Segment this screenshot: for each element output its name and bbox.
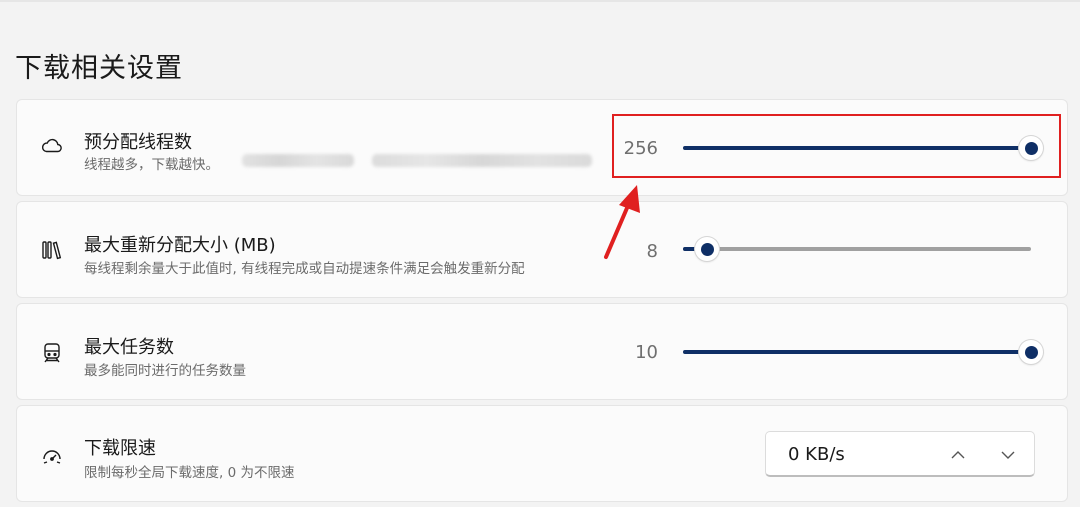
top-divider bbox=[0, 0, 1080, 2]
setting-title: 最大任务数 bbox=[84, 337, 174, 358]
slider-value: 10 bbox=[635, 342, 658, 363]
chevron-down-icon[interactable] bbox=[995, 442, 1021, 468]
slider-track[interactable] bbox=[683, 350, 1031, 354]
slider-track-inactive[interactable] bbox=[683, 247, 1031, 251]
chevron-up-icon[interactable] bbox=[945, 442, 971, 468]
annotation-highlight-box bbox=[612, 114, 1061, 178]
setting-title: 预分配线程数 bbox=[84, 132, 192, 153]
section-title: 下载相关设置 bbox=[15, 53, 183, 84]
setting-title: 下载限速 bbox=[84, 438, 156, 459]
setting-description: 每线程剩余量大于此值时, 有线程完成或自动提速条件满足会触发重新分配 bbox=[84, 261, 525, 277]
setting-description: 限制每秒全局下载速度, 0 为不限速 bbox=[84, 465, 295, 481]
train-icon bbox=[39, 340, 65, 366]
redacted-text bbox=[372, 154, 592, 167]
annotation-arrow-icon bbox=[604, 185, 640, 259]
setting-title: 最大重新分配大小 (MB) bbox=[84, 235, 276, 256]
redacted-text bbox=[242, 154, 354, 167]
books-icon bbox=[39, 237, 65, 263]
slider-thumb[interactable] bbox=[1019, 340, 1043, 364]
slider-thumb[interactable] bbox=[695, 237, 719, 261]
setting-description: 最多能同时进行的任务数量 bbox=[84, 363, 246, 379]
setting-description: 线程越多，下载越快。 bbox=[84, 157, 219, 173]
slider-thumb-dot bbox=[700, 242, 714, 256]
speed-limit-stepper[interactable]: 0 KB/s bbox=[765, 431, 1035, 477]
slider-thumb-dot bbox=[1024, 345, 1038, 359]
stepper-value[interactable]: 0 KB/s bbox=[788, 444, 845, 465]
cloud-icon bbox=[39, 132, 65, 158]
speedometer-icon bbox=[39, 442, 65, 468]
